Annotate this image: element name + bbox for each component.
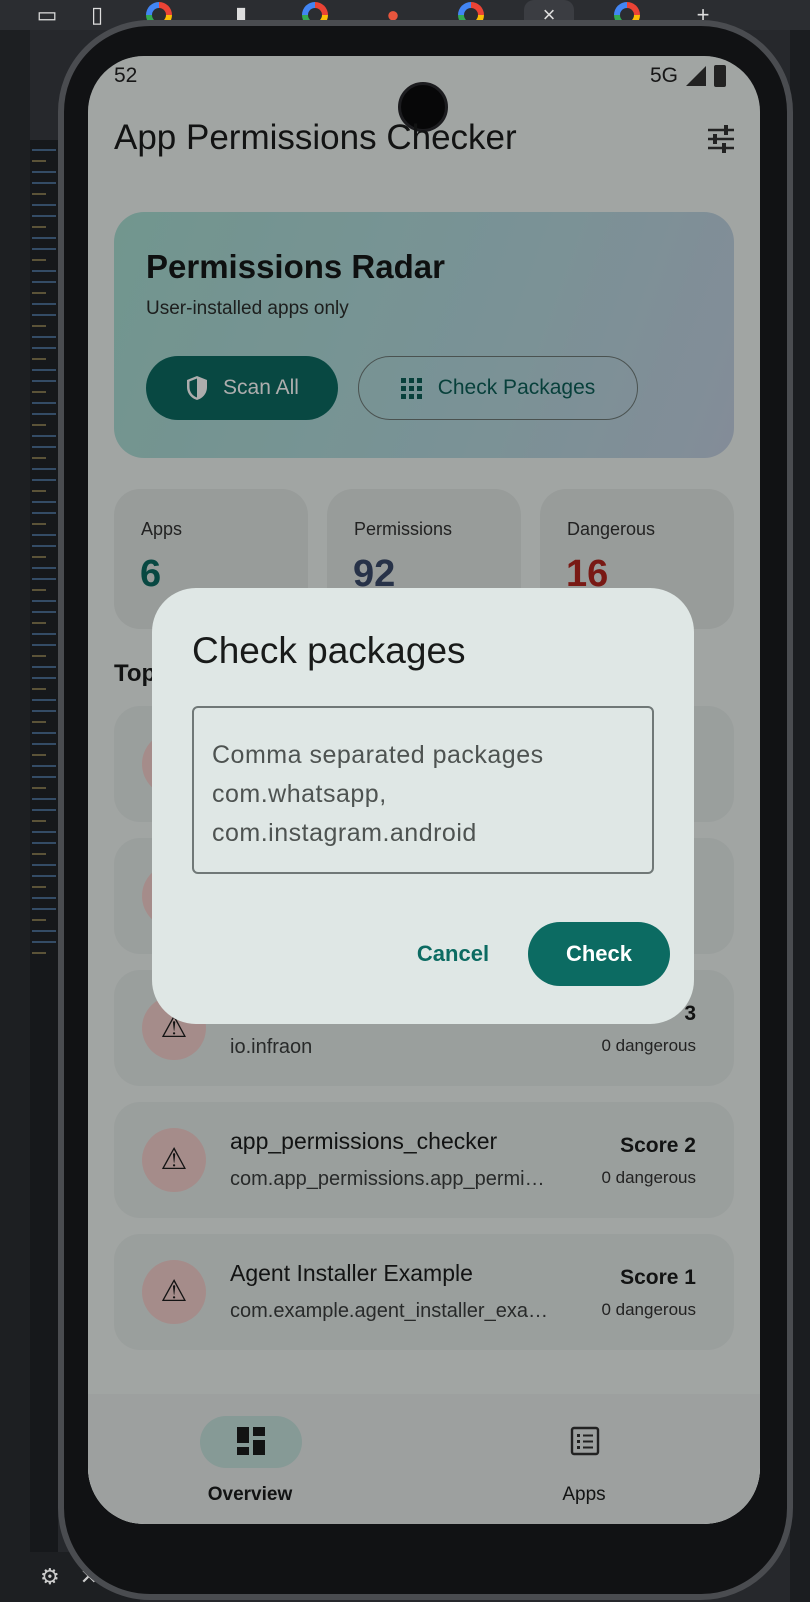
host-code-minimap (30, 140, 58, 1560)
host-right-panel (790, 30, 810, 1602)
check-button[interactable]: Check (528, 922, 670, 986)
gear-icon[interactable]: ⚙ (40, 1564, 60, 1590)
host-tab[interactable]: ▯ (72, 0, 122, 30)
split-icon: ▯ (90, 2, 104, 27)
dialog-title: Check packages (192, 630, 466, 671)
window-icon: ▭ (36, 2, 58, 27)
host-tab[interactable]: ▭ (22, 0, 72, 30)
host-sidebar (0, 30, 30, 1602)
phone-screen: 52 5G App Permissions Checker Permission… (88, 56, 760, 1524)
packages-input[interactable] (192, 706, 654, 874)
cancel-button[interactable]: Cancel (398, 922, 508, 986)
check-packages-dialog: Check packages Cancel Check (152, 588, 694, 1024)
